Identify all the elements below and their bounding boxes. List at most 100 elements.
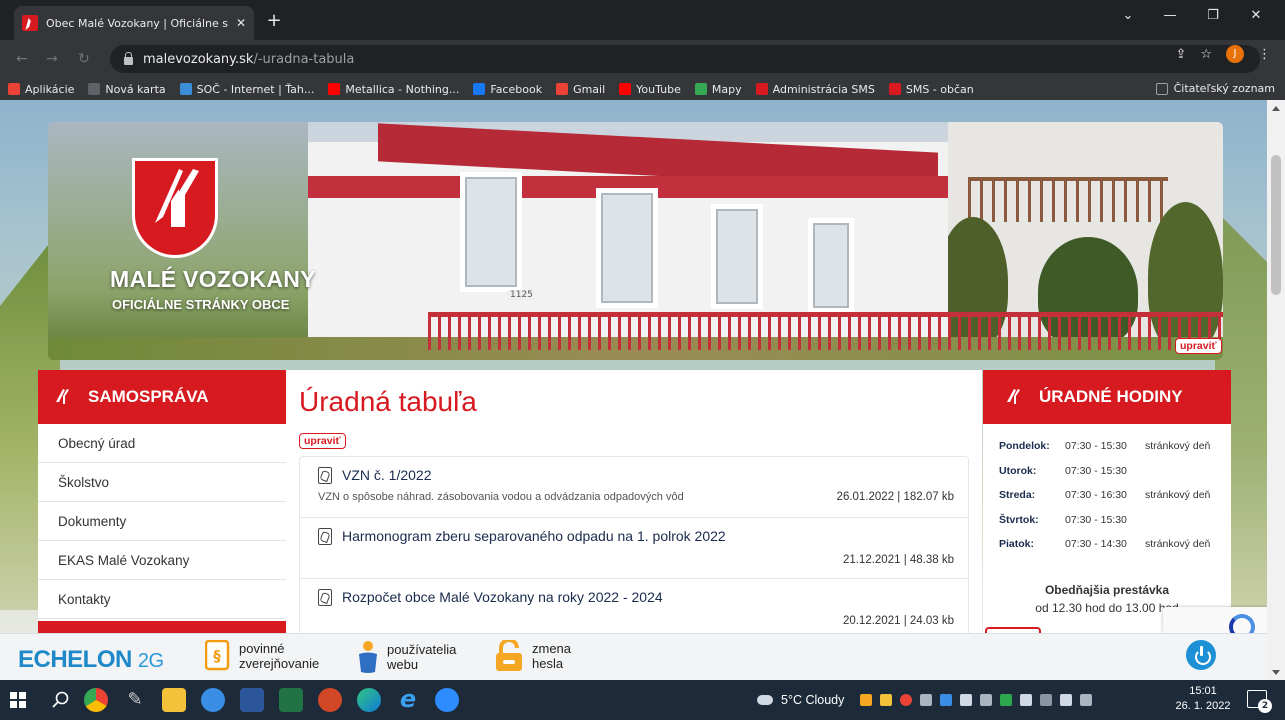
scrollbar-thumb[interactable] [1271,155,1281,295]
tray-app-icon[interactable] [1020,694,1033,706]
site-title[interactable]: MALÉ VOZOKANY [110,266,316,293]
hours-day: Piatok: [999,538,1035,550]
echelon-mandatory-publication[interactable]: § povinné zverejňovanie [205,640,319,672]
banner-window [596,188,658,308]
system-tray: 5°C Cloudy [757,680,1100,720]
edit-banner-button[interactable]: upraviť [1175,338,1222,354]
bookmark-item[interactable]: Facebook [473,83,542,96]
bookmark-item[interactable]: Aplikácie [8,83,74,96]
profile-avatar[interactable]: J [1226,45,1244,63]
echelon-logo-suffix: 2G [137,650,164,672]
bookmark-item[interactable]: SMS - občan [888,83,974,96]
hours-time: 07:30 - 15:30 [1065,440,1127,452]
url-host: malevozokany.sk [143,51,254,67]
document-title[interactable]: Harmonogram zberu separovaného odpadu na… [342,528,726,544]
messenger-icon[interactable] [201,688,225,712]
bookmark-item[interactable]: Nová karta [88,83,166,96]
forward-icon[interactable]: → [46,51,58,67]
tab-close-icon[interactable]: ✕ [236,16,246,30]
bookmark-label: Facebook [490,82,543,96]
bluetooth-icon[interactable] [940,694,953,706]
echelon-web-users[interactable]: používatelia webu [357,640,456,674]
bookmark-item[interactable]: Gmail [556,83,605,96]
document-title[interactable]: Rozpočet obce Malé Vozokany na roky 2022… [342,589,663,605]
restore-button[interactable]: ❐ [1203,8,1223,23]
back-icon[interactable]: ← [16,51,28,67]
wifi-icon[interactable] [1040,694,1053,706]
excel-icon[interactable] [279,688,303,712]
notification-center-icon[interactable]: 2 [1247,690,1272,713]
sidebar-next-section[interactable] [38,621,286,633]
bookmark-icon [473,83,486,95]
bookmark-item[interactable]: YouTube [619,83,681,96]
bookmark-label: SOČ - Internet | Ťah... [196,82,315,96]
windows-start-icon[interactable] [10,692,26,708]
hours-day: Štvrtok: [999,513,1039,526]
sidebar-item-obecny-urad[interactable]: Obecný úrad [38,424,286,463]
tray-app-icon[interactable] [920,694,933,706]
search-icon[interactable] [52,691,70,709]
tray-app-icon[interactable] [880,694,893,706]
pdf-icon [318,589,332,606]
edge-icon[interactable] [357,688,381,712]
browser-tab[interactable]: Obec Malé Vozokany | Oficiálne s ✕ [14,6,254,40]
document-title[interactable]: VZN č. 1/2022 [342,467,432,483]
weather-text[interactable]: 5°C Cloudy [781,693,844,707]
scroll-up-icon[interactable] [1272,106,1280,111]
logout-power-icon[interactable] [1186,640,1216,670]
page-scrollbar[interactable] [1267,100,1285,680]
banner-railing [428,312,1223,350]
star-icon[interactable]: ☆ [1200,47,1212,62]
bookmark-label: Aplikácie [25,82,75,96]
document-item[interactable]: Rozpočet obce Malé Vozokany na roky 2022… [300,579,968,633]
bookmark-item[interactable]: Metallica - Nothing... [328,83,459,96]
pen-tool-icon[interactable]: ✎ [123,688,147,712]
address-bar[interactable]: malevozokany.sk/-uradna-tabula [110,45,1260,73]
close-window-button[interactable]: ✕ [1246,8,1266,23]
sidebar-item-kontakty[interactable]: Kontakty [38,580,286,619]
bookmark-item[interactable]: Administrácia SMS [755,83,875,96]
internet-explorer-icon[interactable]: e [396,687,420,712]
file-explorer-icon[interactable] [162,688,186,712]
chrome-icon[interactable] [84,688,108,712]
zoom-icon[interactable] [435,688,459,712]
village-crest-icon[interactable] [132,158,218,258]
echelon-logo[interactable]: ECHELON 2G [18,646,164,674]
sidebar-item-dokumenty[interactable]: Dokumenty [38,502,286,541]
tray-app-icon[interactable] [1000,694,1013,706]
hours-time: 07:30 - 14:30 [1065,538,1127,550]
tab-search-icon[interactable]: ⌄ [1118,8,1138,23]
powerpoint-icon[interactable] [318,688,342,712]
tray-app-icon[interactable] [860,694,873,706]
hours-row: Štvrtok: 07:30 - 15:30 [999,510,1229,535]
document-meta: 26.01.2022 | 182.07 kb [836,491,954,503]
sidebar-item-ekas[interactable]: EKAS Malé Vozokany [38,541,286,580]
battery-icon[interactable] [1080,694,1093,706]
document-item[interactable]: Harmonogram zberu separovaného odpadu na… [300,518,968,579]
new-tab-button[interactable]: + [262,10,286,34]
tray-app-icon[interactable] [960,694,973,706]
share-icon[interactable]: ⇪ [1175,47,1186,62]
echelon-item-line: používatelia [387,642,457,657]
volume-icon[interactable] [1060,694,1073,706]
sidebar-item-label: EKAS Malé Vozokany [58,552,190,568]
clock[interactable]: 15:01 26. 1. 2022 [1172,684,1234,714]
edit-content-button[interactable]: upraviť [299,433,346,449]
lock-icon[interactable] [124,52,133,65]
reload-icon[interactable]: ↻ [78,51,90,67]
bookmark-item[interactable]: SOČ - Internet | Ťah... [179,82,315,96]
minimize-button[interactable]: — [1160,8,1180,23]
reading-list-button[interactable]: Čitateľský zoznam [1155,82,1275,95]
scroll-down-icon[interactable] [1272,670,1280,675]
bookmark-item[interactable]: Mapy [694,83,742,96]
echelon-change-password[interactable]: zmena hesla [494,640,571,672]
padlock-icon [496,640,522,671]
tray-app-icon[interactable] [980,694,993,706]
recaptcha-badge[interactable] [1163,607,1267,633]
document-item[interactable]: VZN č. 1/2022 VZN o spôsobe náhrad. záso… [300,457,968,518]
word-icon[interactable] [240,688,264,712]
sidebar-item-skolstvo[interactable]: Školstvo [38,463,286,502]
tray-app-icon[interactable] [900,694,913,706]
pdf-icon [318,528,332,545]
menu-icon[interactable]: ⋮ [1258,47,1271,62]
